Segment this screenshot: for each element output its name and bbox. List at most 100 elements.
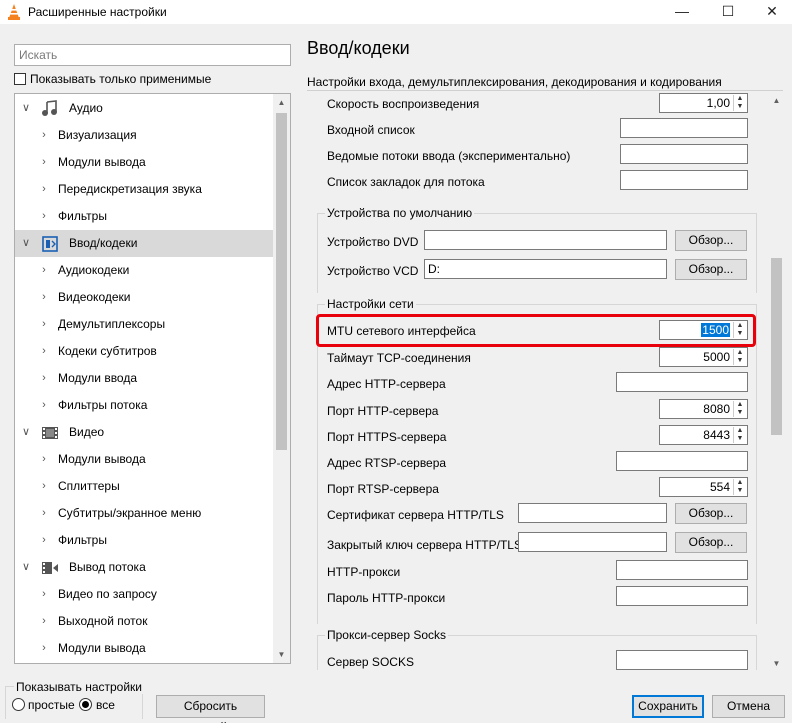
spin-arrows-icon[interactable]: ▲ ▼ <box>733 401 746 417</box>
chevron-right-icon[interactable]: › <box>37 122 51 149</box>
dvd-browse-button[interactable]: Обзор... <box>675 230 747 251</box>
chevron-right-icon[interactable]: › <box>37 284 51 311</box>
socks-server-field[interactable] <box>616 650 748 670</box>
tree-item[interactable]: › Выходной поток <box>15 608 273 635</box>
spin-arrows-icon[interactable]: ▲ ▼ <box>733 479 746 495</box>
socks-server-label: Сервер SOCKS <box>327 655 414 669</box>
http-cert-field[interactable] <box>518 503 667 523</box>
spin-arrows-icon[interactable]: ▲ ▼ <box>733 349 746 365</box>
http-cert-browse-button[interactable]: Обзор... <box>675 503 747 524</box>
http-proxy-password-field[interactable] <box>616 586 748 606</box>
simple-radio[interactable] <box>12 698 25 711</box>
chevron-right-icon[interactable]: › <box>37 338 51 365</box>
scroll-down-arrow-icon[interactable]: ▼ <box>768 655 785 672</box>
tree-item[interactable]: › Фильтры потока <box>15 392 273 419</box>
tree-item[interactable]: › Модули вывода <box>15 149 273 176</box>
chevron-right-icon[interactable]: › <box>37 635 51 662</box>
cancel-button[interactable]: Отмена <box>712 695 785 718</box>
spin-arrows-icon[interactable]: ▲ ▼ <box>733 427 746 443</box>
spin-arrows-icon[interactable]: ▲ ▼ <box>733 95 746 111</box>
chevron-down-icon[interactable]: ∨ <box>19 95 33 122</box>
http-address-field[interactable] <box>616 372 748 392</box>
tree-item-label: Демультиплексоры <box>58 317 166 331</box>
http-key-browse-button[interactable]: Обзор... <box>675 532 747 553</box>
rtsp-address-field[interactable] <box>616 451 748 471</box>
tree-item[interactable]: › Модули ввода <box>15 365 273 392</box>
socks-group-title: Прокси-сервер Socks <box>325 628 449 642</box>
spin-arrows-icon[interactable]: ▲ ▼ <box>733 322 746 338</box>
chevron-right-icon[interactable]: › <box>37 608 51 635</box>
tree-item[interactable]: › Визуализация <box>15 122 273 149</box>
scroll-up-arrow-icon[interactable]: ▲ <box>768 92 785 109</box>
settings-tree[interactable]: ∨ Аудио › Визуализация › Модули вывода › Переди… <box>14 93 291 664</box>
bookmarks-field[interactable] <box>620 170 748 190</box>
maximize-button[interactable]: ☐ <box>706 0 750 24</box>
close-button[interactable]: ✕ <box>750 0 792 24</box>
chevron-right-icon[interactable]: › <box>37 527 51 554</box>
tree-item[interactable]: › Передискретизация звука <box>15 176 273 203</box>
chevron-right-icon[interactable]: › <box>37 203 51 230</box>
https-port-spinbox[interactable]: 8443 ▲ ▼ <box>659 425 748 445</box>
scroll-thumb[interactable] <box>276 113 287 450</box>
tree-category[interactable]: ∨ Видео <box>15 419 273 446</box>
scroll-down-arrow-icon[interactable]: ▼ <box>273 646 290 663</box>
tree-item[interactable]: › Сплиттеры <box>15 473 273 500</box>
minimize-button[interactable]: — <box>660 0 704 24</box>
scroll-up-arrow-icon[interactable]: ▲ <box>273 94 290 111</box>
tree-item[interactable]: › Кодеки субтитров <box>15 338 273 365</box>
tree-item[interactable]: › Модули вывода <box>15 446 273 473</box>
chevron-down-icon[interactable]: ∨ <box>19 419 33 446</box>
chevron-down-icon[interactable]: ∨ <box>19 554 33 581</box>
tcp-timeout-spinbox[interactable]: 5000 ▲ ▼ <box>659 347 748 367</box>
chevron-right-icon[interactable]: › <box>37 311 51 338</box>
search-input[interactable]: Искать <box>14 44 291 66</box>
mtu-spinbox[interactable]: 1500 ▲ ▼ <box>659 320 748 340</box>
tree-item[interactable]: › Фильтры <box>15 527 273 554</box>
chevron-right-icon[interactable]: › <box>37 365 51 392</box>
settings-scrollbar[interactable]: ▲ ▼ <box>768 92 785 672</box>
chevron-down-icon[interactable]: ∨ <box>19 230 33 257</box>
tree-item[interactable]: › Видео по запросу <box>15 581 273 608</box>
http-port-spinbox[interactable]: 8080 ▲ ▼ <box>659 399 748 419</box>
https-port-label: Порт HTTPS-сервера <box>327 430 447 444</box>
tree-item[interactable]: › Аудиокодеки <box>15 257 273 284</box>
chevron-right-icon[interactable]: › <box>37 392 51 419</box>
tree-scrollbar[interactable]: ▲ ▼ <box>273 94 290 663</box>
chevron-right-icon[interactable]: › <box>37 581 51 608</box>
tree-item-label: Фильтры <box>58 209 107 223</box>
slave-streams-field[interactable] <box>620 144 748 164</box>
chevron-right-icon[interactable]: › <box>37 446 51 473</box>
input-list-field[interactable] <box>620 118 748 138</box>
vcd-browse-button[interactable]: Обзор... <box>675 259 747 280</box>
tcp-timeout-label: Таймаут TCP-соединения <box>327 351 471 365</box>
http-proxy-field[interactable] <box>616 560 748 580</box>
tree-item[interactable]: › Демультиплексоры <box>15 311 273 338</box>
tree-category[interactable]: ∨ Вывод потока <box>15 554 273 581</box>
all-radio[interactable] <box>79 698 92 711</box>
tree-item[interactable]: › Модули вывода <box>15 635 273 662</box>
playback-speed-spinbox[interactable]: 1,00 ▲ ▼ <box>659 93 748 113</box>
chevron-right-icon[interactable]: › <box>37 257 51 284</box>
http-key-field[interactable] <box>518 532 667 552</box>
scroll-thumb[interactable] <box>771 258 782 435</box>
http-cert-label: Сертификат сервера HTTP/TLS <box>327 508 504 522</box>
chevron-right-icon[interactable]: › <box>37 500 51 527</box>
show-applied-checkbox[interactable]: Показывать только применимые <box>14 72 211 86</box>
tree-item-label: Аудиокодеки <box>58 263 130 277</box>
rtsp-port-spinbox[interactable]: 554 ▲ ▼ <box>659 477 748 497</box>
reset-settings-button[interactable]: Сбросить настройки <box>156 695 265 723</box>
tree-category[interactable]: ∨ Аудио <box>15 95 273 122</box>
tree-item-label: Ввод/кодеки <box>69 236 138 250</box>
tree-category[interactable]: ∨ Ввод/кодеки <box>15 230 273 257</box>
dvd-device-field[interactable] <box>424 230 667 250</box>
checkbox-box[interactable] <box>14 73 26 85</box>
chevron-right-icon[interactable]: › <box>37 473 51 500</box>
chevron-right-icon[interactable]: › <box>37 176 51 203</box>
vcd-device-field[interactable]: D: <box>424 259 667 279</box>
chevron-right-icon[interactable]: › <box>37 149 51 176</box>
tree-item[interactable]: › Фильтры <box>15 203 273 230</box>
tree-item[interactable]: › Субтитры/экранное меню <box>15 500 273 527</box>
tree-item[interactable]: › Видеокодеки <box>15 284 273 311</box>
vlc-cone-icon <box>8 4 20 20</box>
save-button[interactable]: Сохранить <box>632 695 704 718</box>
